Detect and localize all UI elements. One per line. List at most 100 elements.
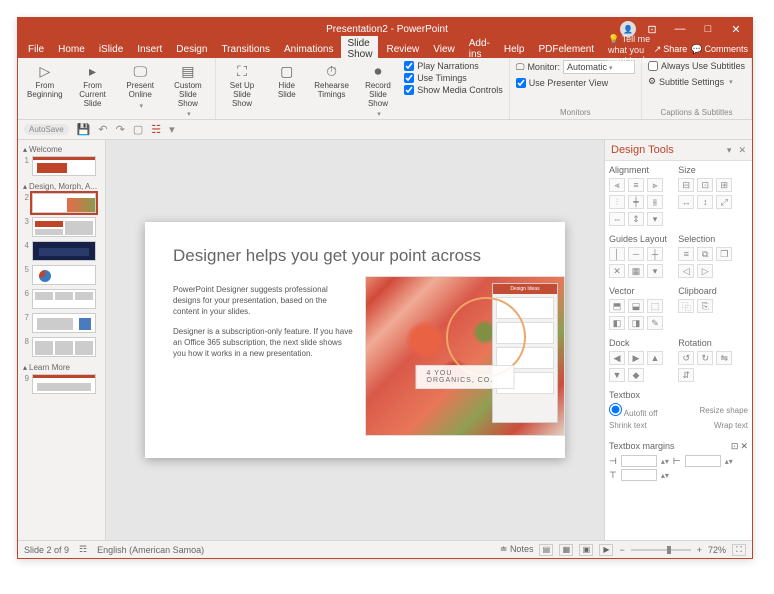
close-button[interactable]: ✕ — [724, 23, 748, 36]
undo-icon[interactable]: ↶ — [98, 123, 107, 136]
clip-copy-icon[interactable]: ⿻ — [678, 299, 694, 313]
autosave-toggle[interactable]: AutoSave — [24, 124, 69, 135]
rot-ccw-icon[interactable]: ↺ — [678, 351, 694, 365]
redo-icon[interactable]: ↷ — [116, 123, 125, 136]
tell-me[interactable]: 💡 Tell me what you want to do — [608, 34, 652, 65]
comments-button[interactable]: 💬 Comments — [691, 44, 748, 55]
qat-more-icon[interactable]: ▾ — [169, 123, 175, 136]
spin-arrows[interactable]: ▴▾ — [725, 457, 733, 466]
tab-design[interactable]: Design — [170, 42, 213, 57]
sel-back-icon[interactable]: ◁ — [678, 264, 694, 278]
subtitle-settings-button[interactable]: ⚙ Subtitle Settings — [648, 76, 745, 87]
shrink-label[interactable]: Shrink text — [609, 421, 647, 430]
share-button[interactable]: ↗ Share — [654, 44, 688, 55]
thumb-9[interactable] — [32, 374, 96, 394]
use-timings-check[interactable]: Use Timings — [404, 73, 503, 83]
vec-fragment-icon[interactable]: ⬚ — [647, 299, 663, 313]
slide[interactable]: Designer helps you get your point across… — [145, 222, 565, 458]
spin-arrows[interactable]: ▴▾ — [661, 457, 669, 466]
fit-window-icon[interactable]: ⛶ — [732, 544, 746, 556]
clip-paste-icon[interactable]: ⎘ — [697, 299, 713, 313]
zoom-level[interactable]: 72% — [708, 545, 726, 555]
rehearse-button[interactable]: ⏱Rehearse Timings — [311, 60, 351, 120]
guide-h-icon[interactable]: ─ — [628, 247, 644, 261]
resize-label[interactable]: Resize shape — [700, 406, 748, 415]
vec-combine-icon[interactable]: ⬓ — [628, 299, 644, 313]
save-icon[interactable]: 💾 — [77, 123, 91, 136]
thumb-5[interactable] — [32, 265, 96, 285]
tab-pdfelement[interactable]: PDFelement — [532, 42, 600, 57]
slide-counter[interactable]: Slide 2 of 9 — [24, 545, 69, 555]
notes-button[interactable]: ≐ Notes — [500, 544, 534, 555]
thumb-3[interactable] — [32, 217, 96, 237]
vec-edit-icon[interactable]: ✎ — [647, 316, 663, 330]
section-welcome[interactable]: ▴ Welcome — [21, 143, 102, 156]
dock-up-icon[interactable]: ▲ — [647, 351, 663, 365]
autofit-radio[interactable] — [609, 403, 622, 416]
present-online-button[interactable]: 🖵Present Online — [119, 60, 161, 120]
rot-cw-icon[interactable]: ↻ — [697, 351, 713, 365]
margin-right-field[interactable] — [685, 455, 721, 467]
from-current-button[interactable]: ▸From Current Slide — [72, 60, 114, 120]
tab-insert[interactable]: Insert — [131, 42, 168, 57]
guide-more-icon[interactable]: ▾ — [647, 264, 663, 278]
align-bottom-icon[interactable]: ⫵ — [647, 195, 663, 209]
qat-icon-2[interactable]: ☵ — [151, 123, 161, 136]
dock-left-icon[interactable]: ◀ — [609, 351, 625, 365]
align-right-icon[interactable]: ⫸ — [647, 178, 663, 192]
thumb-1[interactable] — [32, 156, 96, 176]
thumb-2[interactable] — [32, 193, 96, 213]
sel-pane-icon[interactable]: ≡ — [678, 247, 694, 261]
always-subtitles-check[interactable]: Always Use Subtitles — [648, 61, 745, 71]
dock-down-icon[interactable]: ▼ — [609, 368, 625, 382]
size-v-icon[interactable]: ↕ — [697, 195, 713, 209]
sel-fwd-icon[interactable]: ▷ — [697, 264, 713, 278]
slideshow-view-icon[interactable]: ▶ — [599, 544, 613, 556]
setup-button[interactable]: ⛶Set Up Slide Show — [222, 60, 262, 120]
tab-animations[interactable]: Animations — [278, 42, 339, 57]
same-width-icon[interactable]: ⊟ — [678, 178, 694, 192]
thumb-7[interactable] — [32, 313, 96, 333]
sorter-view-icon[interactable]: ▦ — [559, 544, 573, 556]
custom-show-button[interactable]: ▤Custom Slide Show — [167, 60, 209, 120]
guide-cross-icon[interactable]: ┼ — [647, 247, 663, 261]
size-both-icon[interactable]: ⤢ — [716, 195, 732, 209]
tab-review[interactable]: Review — [380, 42, 425, 57]
align-middle-icon[interactable]: ┿ — [628, 195, 644, 209]
tab-islide[interactable]: iSlide — [93, 42, 129, 57]
guide-grid-icon[interactable]: ▦ — [628, 264, 644, 278]
dock-right-icon[interactable]: ▶ — [628, 351, 644, 365]
record-button[interactable]: ⏺Record Slide Show — [358, 60, 398, 120]
same-size-icon[interactable]: ⊞ — [716, 178, 732, 192]
flip-h-icon[interactable]: ⇋ — [716, 351, 732, 365]
vec-intersect-icon[interactable]: ◧ — [609, 316, 625, 330]
margin-top-field[interactable] — [621, 469, 657, 481]
guide-v-icon[interactable]: │ — [609, 247, 625, 261]
from-beginning-button[interactable]: ▷From Beginning — [24, 60, 66, 120]
vec-union-icon[interactable]: ⬒ — [609, 299, 625, 313]
pane-close-icon[interactable]: ✕ — [738, 145, 746, 155]
margin-left-field[interactable] — [621, 455, 657, 467]
thumb-8[interactable] — [32, 337, 96, 357]
tab-view[interactable]: View — [427, 42, 461, 57]
section-learn[interactable]: ▴ Learn More — [21, 361, 102, 374]
tab-file[interactable]: File — [22, 42, 50, 57]
language-status[interactable]: English (American Samoa) — [97, 545, 204, 555]
show-media-check[interactable]: Show Media Controls — [404, 85, 503, 95]
tab-home[interactable]: Home — [52, 42, 91, 57]
dist-v-icon[interactable]: ⇕ — [628, 212, 644, 226]
same-height-icon[interactable]: ⊡ — [697, 178, 713, 192]
wrap-label[interactable]: Wrap text — [714, 421, 748, 430]
margins-reset-icon[interactable]: ✕ — [740, 441, 748, 452]
pane-menu-icon[interactable]: ▾ — [727, 145, 732, 155]
thumb-4[interactable] — [32, 241, 96, 261]
align-center-icon[interactable]: ≡ — [628, 178, 644, 192]
dock-center-icon[interactable]: ◆ — [628, 368, 644, 382]
slide-canvas[interactable]: Designer helps you get your point across… — [106, 140, 604, 540]
guide-del-icon[interactable]: ✕ — [609, 264, 625, 278]
section-design[interactable]: ▴ Design, Morph, A... — [21, 180, 102, 193]
spin-arrows[interactable]: ▴▾ — [661, 471, 669, 480]
thumbnail-panel[interactable]: ▴ Welcome 1 ▴ Design, Morph, A... 2 3 4 … — [18, 140, 106, 540]
maximize-button[interactable]: □ — [696, 23, 720, 35]
tab-transitions[interactable]: Transitions — [215, 42, 276, 57]
